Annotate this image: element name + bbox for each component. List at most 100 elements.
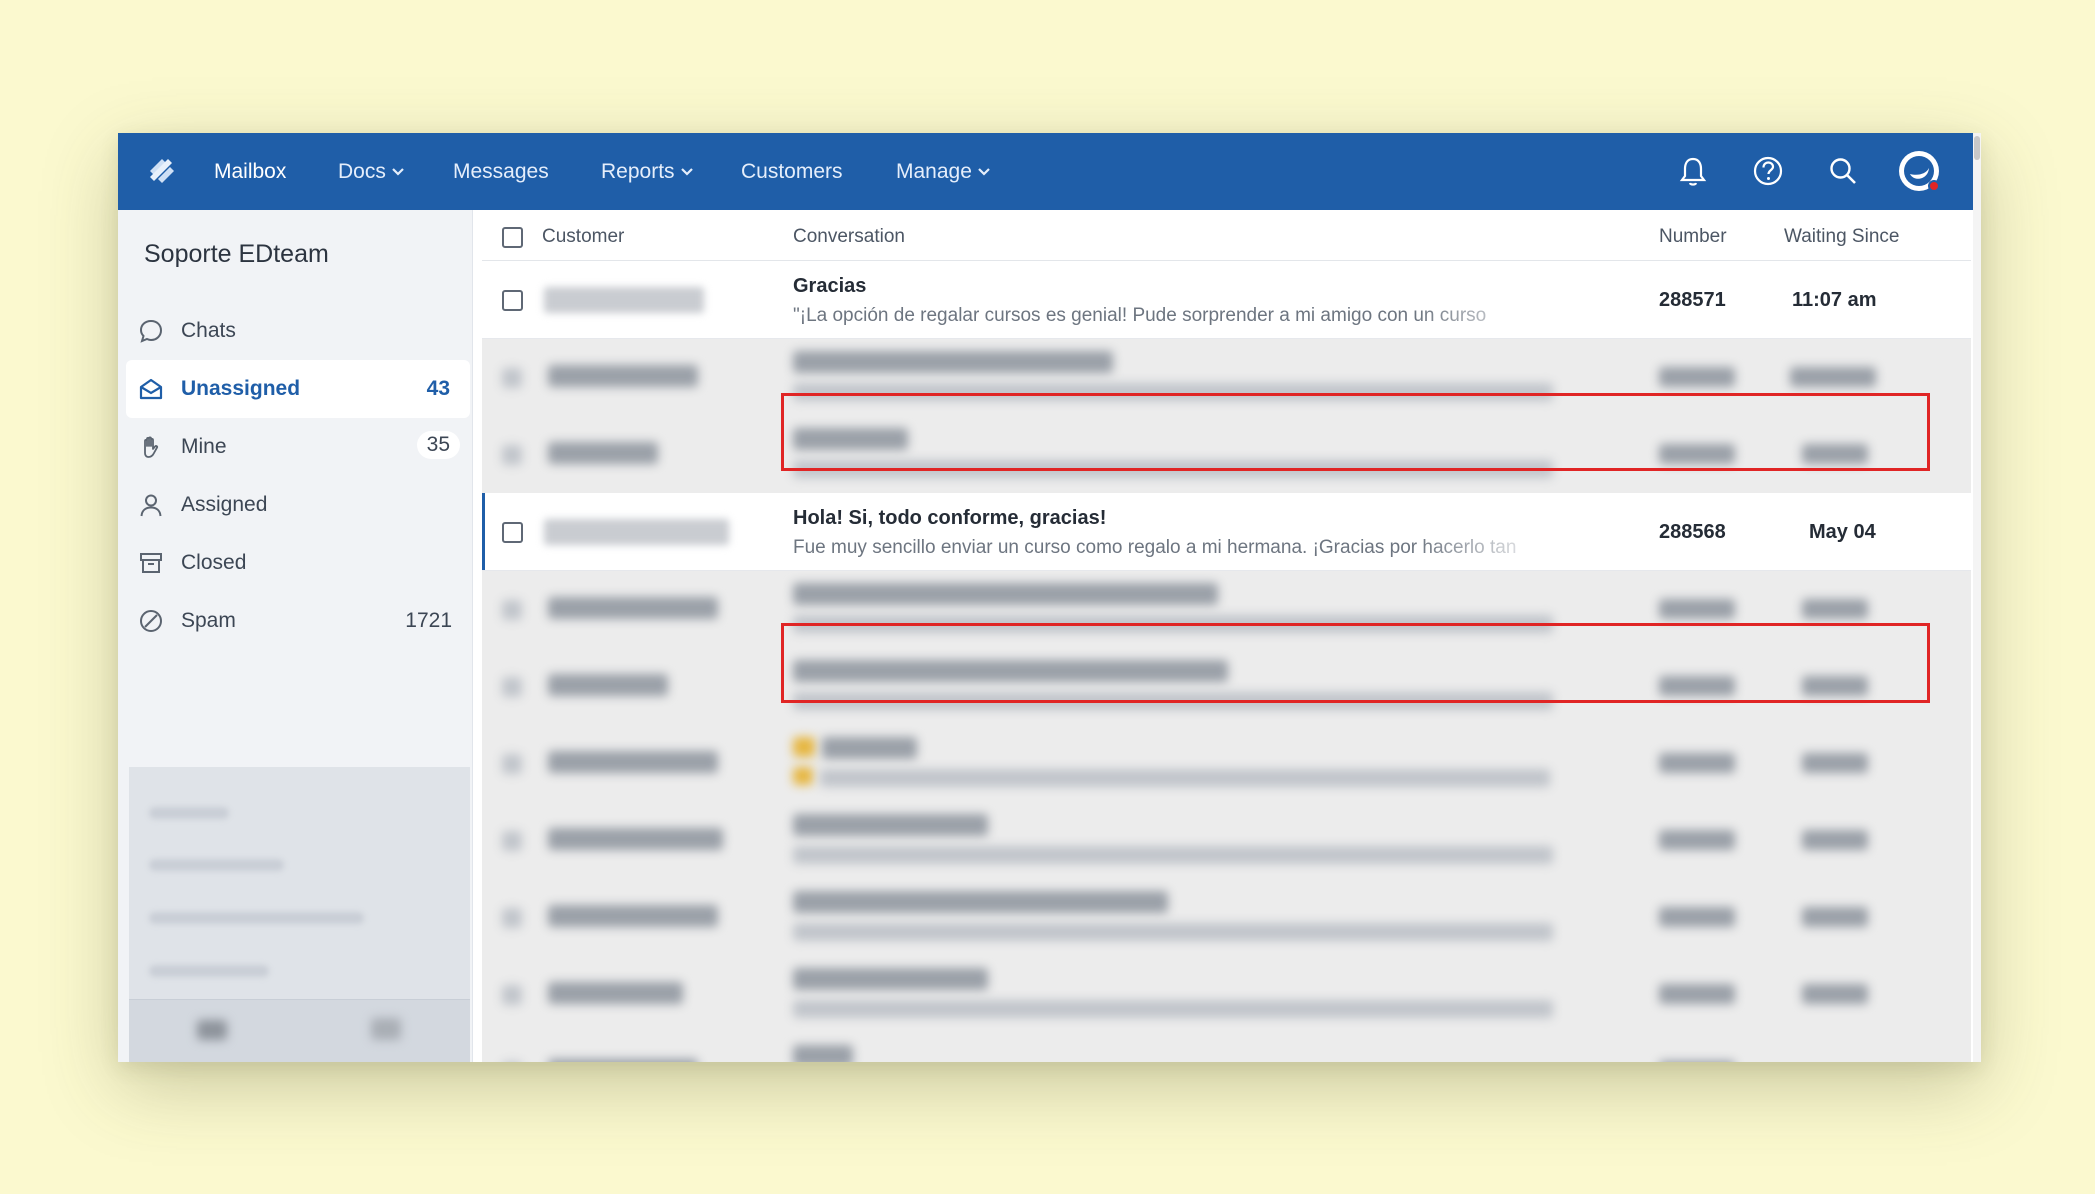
conversation-row[interactable] <box>482 571 1971 649</box>
chevron-down-icon <box>680 168 693 177</box>
customer-name-blurred <box>544 287 704 313</box>
scrollbar-thumb[interactable] <box>1974 136 1980 160</box>
number-blurred <box>1659 753 1735 773</box>
folder-closed[interactable]: Closed <box>124 534 472 592</box>
nav-messages[interactable]: Messages <box>453 133 549 210</box>
customer-name-blurred <box>548 905 718 927</box>
preview-blurred <box>793 460 1553 478</box>
number-blurred <box>1659 907 1735 927</box>
conversation-row[interactable] <box>482 879 1971 957</box>
nav-reports[interactable]: Reports <box>601 133 693 210</box>
customer-name-blurred <box>548 982 683 1004</box>
nav-docs-label: Docs <box>338 160 386 183</box>
preview-blurred <box>793 615 1553 633</box>
conversation-row[interactable] <box>482 416 1971 494</box>
row-checkbox[interactable] <box>502 754 522 774</box>
number-blurred <box>1659 599 1735 619</box>
waiting-blurred <box>1802 599 1868 619</box>
row-checkbox[interactable] <box>502 290 523 311</box>
nav-manage[interactable]: Manage <box>896 133 990 210</box>
folder-spam-label: Spam <box>181 609 236 632</box>
row-checkbox[interactable] <box>502 445 522 465</box>
emoji-blurred <box>793 767 813 785</box>
number-blurred <box>1659 676 1735 696</box>
helpscout-logo-icon[interactable] <box>144 153 180 189</box>
person-icon <box>140 494 162 517</box>
blurred-line <box>149 859 284 871</box>
column-waiting-since[interactable]: Waiting Since <box>1784 226 1899 248</box>
conversation-preview: Fue muy sencillo enviar un curso como re… <box>793 537 1517 558</box>
row-checkbox[interactable] <box>502 985 522 1005</box>
waiting-blurred <box>1802 753 1868 773</box>
scrollbar[interactable] <box>1973 133 1981 1062</box>
customer-name-blurred <box>548 365 698 387</box>
column-conversation[interactable]: Conversation <box>793 226 905 248</box>
inbox-icon <box>139 378 163 400</box>
waiting-since: May 04 <box>1809 521 1876 543</box>
row-checkbox[interactable] <box>502 600 522 620</box>
conversation-row[interactable] <box>482 1033 1971 1062</box>
customer-name-blurred <box>548 828 723 850</box>
waiting-since: 11:07 am <box>1792 289 1877 311</box>
conversation-subject: Gracias <box>793 275 867 297</box>
column-customer[interactable]: Customer <box>542 226 624 248</box>
folder-mine-label: Mine <box>181 435 227 458</box>
conversation-preview: "¡La opción de regalar cursos es genial!… <box>793 305 1487 326</box>
search-icon[interactable] <box>1824 152 1862 190</box>
conversation-row[interactable]: Hola! Si, todo conforme, gracias! Fue mu… <box>482 493 1971 571</box>
conversation-subject: Hola! Si, todo conforme, gracias! <box>793 507 1107 529</box>
row-checkbox[interactable] <box>502 908 522 928</box>
subject-blurred <box>793 428 908 450</box>
help-icon[interactable] <box>1749 152 1787 190</box>
app-window: Mailbox Docs Messages Reports Customers … <box>118 133 1981 1062</box>
conversation-row[interactable] <box>482 956 1971 1034</box>
avatar[interactable] <box>1896 148 1942 194</box>
number-blurred <box>1659 367 1735 387</box>
preview-blurred <box>793 383 1553 401</box>
subject-blurred <box>793 583 1218 605</box>
blurred-footer-icon[interactable] <box>371 1018 401 1040</box>
preview-blurred <box>820 769 1550 787</box>
folder-assigned-label: Assigned <box>181 493 268 516</box>
nav-docs[interactable]: Docs <box>338 133 404 210</box>
number-blurred <box>1659 830 1735 850</box>
row-checkbox[interactable] <box>502 831 522 851</box>
nav-manage-label: Manage <box>896 160 972 183</box>
conversation-row[interactable]: Gracias "¡La opción de regalar cursos es… <box>482 261 1971 339</box>
blurred-line <box>149 965 269 977</box>
bell-icon[interactable] <box>1674 152 1712 190</box>
folder-unassigned[interactable]: Unassigned 43 <box>126 360 470 418</box>
sidebar: Soporte EDteam Chats Unassigned 43 Mine … <box>118 210 473 1062</box>
folder-chats-label: Chats <box>181 319 236 342</box>
blurred-line <box>149 807 229 819</box>
preview-blurred <box>793 923 1553 941</box>
column-number[interactable]: Number <box>1659 226 1727 248</box>
spam-icon <box>140 610 162 632</box>
folder-spam[interactable]: Spam 1721 <box>124 592 472 650</box>
select-all-checkbox[interactable] <box>502 227 523 248</box>
conversation-row[interactable] <box>482 339 1971 417</box>
conversation-row[interactable] <box>482 648 1971 726</box>
nav-mailbox[interactable]: Mailbox <box>214 133 286 210</box>
nav-reports-label: Reports <box>601 160 675 183</box>
emoji-blurred <box>793 737 815 757</box>
subject-blurred <box>793 660 1228 682</box>
subject-blurred <box>793 351 1113 373</box>
subject-blurred <box>793 891 1168 913</box>
customer-name-blurred <box>548 674 668 696</box>
top-nav: Mailbox Docs Messages Reports Customers … <box>118 133 1981 210</box>
folder-closed-label: Closed <box>181 551 247 574</box>
row-checkbox[interactable] <box>502 368 522 388</box>
row-checkbox[interactable] <box>502 522 523 543</box>
folder-assigned[interactable]: Assigned <box>124 476 472 534</box>
blurred-footer-icon[interactable] <box>197 1020 227 1040</box>
row-checkbox[interactable] <box>502 677 522 697</box>
nav-customers[interactable]: Customers <box>741 133 843 210</box>
conversation-row[interactable] <box>482 725 1971 803</box>
folder-chats[interactable]: Chats <box>124 302 472 360</box>
folder-mine[interactable]: Mine 35 <box>124 418 472 476</box>
conversation-row[interactable] <box>482 802 1971 880</box>
hand-icon <box>144 436 159 458</box>
customer-name-blurred <box>548 751 718 773</box>
customer-name-blurred <box>548 1059 698 1062</box>
